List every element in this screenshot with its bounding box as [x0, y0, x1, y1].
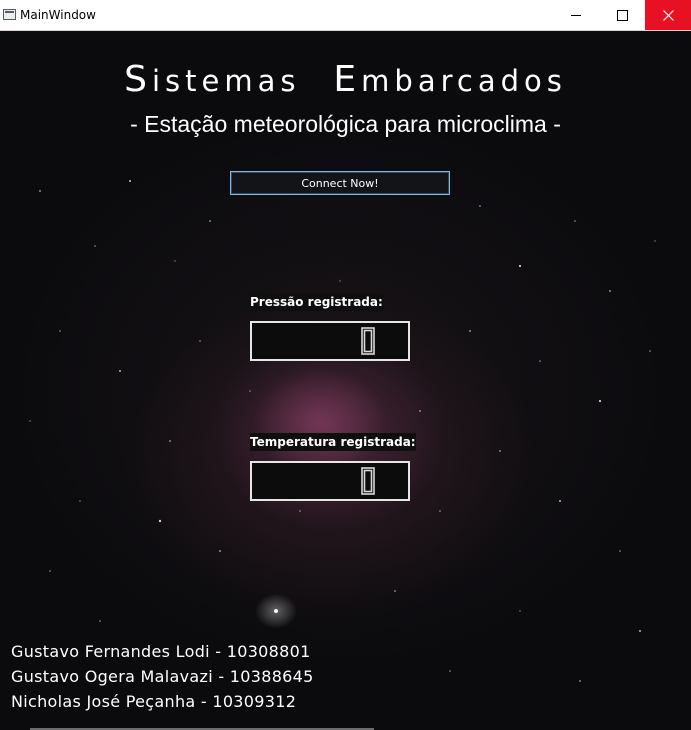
title-initial-2: E	[333, 59, 362, 100]
author-credits: Gustavo Fernandes Lodi - 10308801 Gustav…	[11, 639, 314, 714]
credit-line: Gustavo Ogera Malavazi - 10388645	[11, 667, 314, 686]
pressure-label: Pressão registrada:	[250, 293, 383, 311]
temperature-lcd-digit	[361, 467, 375, 495]
title-initial-1: S	[124, 59, 152, 100]
pressure-lcd-display: 0	[250, 321, 410, 361]
maximize-button[interactable]	[599, 0, 645, 30]
pressure-lcd-digit	[361, 327, 375, 355]
close-icon	[662, 9, 674, 21]
title-rest-1: istemas	[152, 64, 301, 98]
close-button[interactable]	[645, 0, 691, 30]
credit-line: Gustavo Fernandes Lodi - 10308801	[11, 642, 311, 661]
main-window-content: Sistemas Embarcados - Estação meteorológ…	[0, 31, 691, 730]
app-title: Sistemas Embarcados	[0, 59, 691, 100]
minimize-button[interactable]	[553, 0, 599, 30]
temperature-lcd-display: 0	[250, 461, 410, 501]
app-window-icon	[3, 9, 16, 20]
temperature-label: Temperatura registrada:	[250, 433, 416, 451]
minimize-icon	[571, 14, 581, 16]
title-rest-2: mbarcados	[361, 64, 567, 98]
window-title: MainWindow	[20, 8, 96, 22]
credit-line: Nicholas José Peçanha - 10309312	[11, 692, 297, 711]
connect-button[interactable]: Connect Now!	[230, 171, 450, 195]
maximize-icon	[616, 9, 628, 21]
app-subtitle: - Estação meteorológica para microclima …	[130, 111, 561, 137]
window-titlebar: MainWindow	[0, 0, 691, 31]
